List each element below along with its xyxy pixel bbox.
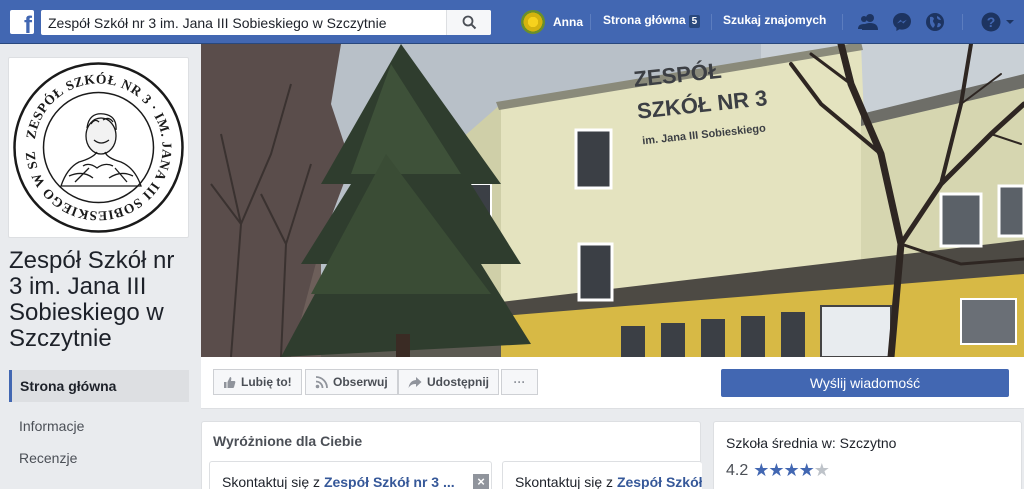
friend-requests-icon[interactable] xyxy=(857,11,879,33)
send-message-button[interactable]: Wyślij wiadomość xyxy=(721,369,1009,397)
page-title: Zespół Szkół nr 3 im. Jana III Sobieskie… xyxy=(9,247,175,352)
left-nav-item-about[interactable]: Informacje xyxy=(9,410,189,442)
follow-label: Obserwuj xyxy=(333,375,388,389)
share-arrow-icon xyxy=(408,376,422,388)
featured-card-prefix: Skontaktuj się z xyxy=(222,474,324,489)
page-action-bar: Lubię to! Obserwuj Udostępnij ··· Wyślij… xyxy=(201,357,1024,409)
featured-card-link[interactable]: Zespół Szkół xyxy=(617,474,702,489)
featured-for-you-section: Wyróżnione dla Ciebie Skontaktuj się z Z… xyxy=(201,421,702,489)
featured-card[interactable]: Skontaktuj się z Zespół Szkół xyxy=(502,461,702,489)
nav-home-link[interactable]: Strona główna 5 xyxy=(603,13,701,28)
school-seal-logo: ZESPÓŁ SZKÓŁ NR 3 · IM. JANA III SOBIESK… xyxy=(4,46,184,233)
messenger-icon[interactable] xyxy=(891,11,913,33)
featured-card-prefix: Skontaktuj się z xyxy=(515,474,617,489)
search-icon xyxy=(462,15,477,30)
featured-card[interactable]: Skontaktuj się z Zespół Szkół nr 3 ... × xyxy=(209,461,492,489)
follow-button[interactable]: Obserwuj xyxy=(305,369,398,395)
nav-divider xyxy=(962,14,963,30)
nav-divider xyxy=(842,14,843,30)
like-button[interactable]: Lubię to! xyxy=(213,369,302,395)
home-count-badge: 5 xyxy=(688,15,701,28)
top-navigation-bar: f Anna Strona główna5 Szukaj znajomych ? xyxy=(0,0,1024,44)
nav-find-friends-link[interactable]: Szukaj znajomych xyxy=(723,13,826,27)
cover-photo-image: ZESPÓŁ SZKÓŁ NR 3 im. Jana III Sobieskie… xyxy=(201,44,1024,357)
nav-profile-link[interactable]: Anna xyxy=(521,10,583,34)
search-button[interactable] xyxy=(446,10,491,35)
search-box xyxy=(41,10,491,35)
page-category: Szkoła średnia w: Szczytno xyxy=(726,435,897,451)
page-left-navigation: Strona główna Informacje Recenzje xyxy=(9,370,189,474)
featured-card-link[interactable]: Zespół Szkół nr 3 ... xyxy=(324,474,455,489)
notifications-globe-icon[interactable] xyxy=(924,11,946,33)
like-label: Lubię to! xyxy=(241,375,292,389)
avatar xyxy=(521,10,545,34)
thumbs-up-icon xyxy=(224,376,236,388)
logo-letter: f xyxy=(24,12,32,35)
nav-user-name: Anna xyxy=(553,15,583,29)
left-nav-item-reviews[interactable]: Recenzje xyxy=(9,442,189,474)
help-icon[interactable]: ? xyxy=(980,11,1002,33)
more-options-button[interactable]: ··· xyxy=(501,369,538,395)
page-profile-picture[interactable]: ZESPÓŁ SZKÓŁ NR 3 · IM. JANA III SOBIESK… xyxy=(4,46,189,238)
nav-home-label: Strona główna xyxy=(603,13,686,27)
rating-value: 4.2 xyxy=(726,461,749,479)
share-label: Udostępnij xyxy=(427,375,489,389)
rss-follow-icon xyxy=(315,375,328,388)
facebook-logo-icon[interactable]: f xyxy=(10,10,34,34)
page-rating[interactable]: 4.2 ★★★★★ xyxy=(726,460,830,481)
cover-photo[interactable]: ZESPÓŁ SZKÓŁ NR 3 im. Jana III Sobieskie… xyxy=(201,44,1024,357)
page-info-card: Szkoła średnia w: Szczytno 4.2 ★★★★★ xyxy=(713,421,1022,489)
search-input[interactable] xyxy=(41,10,446,35)
close-icon[interactable]: × xyxy=(473,474,489,489)
nav-divider xyxy=(711,14,712,30)
nav-divider xyxy=(590,14,591,30)
account-menu-chevron-icon[interactable] xyxy=(1005,17,1015,27)
svg-text:?: ? xyxy=(987,14,996,30)
share-button[interactable]: Udostępnij xyxy=(398,369,499,395)
rating-stars-icon: ★★★★★ xyxy=(753,460,830,480)
featured-section-title: Wyróżnione dla Ciebie xyxy=(213,433,363,449)
left-nav-item-home[interactable]: Strona główna xyxy=(9,370,189,402)
